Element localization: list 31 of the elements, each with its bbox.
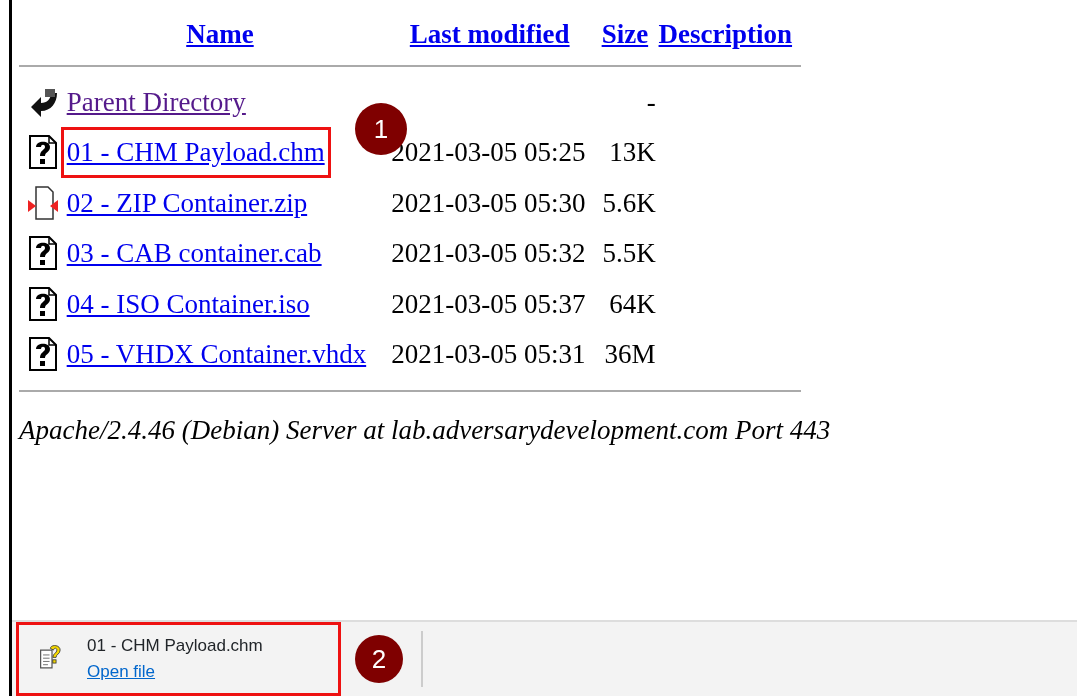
file-size: 64K — [609, 288, 656, 319]
modified-date: 2021-03-05 05:32 — [391, 238, 586, 268]
open-file-link[interactable]: Open file — [87, 659, 156, 686]
download-item[interactable]: 01 - CHM Payload.chm Open file — [16, 622, 341, 696]
file-size: 13K — [609, 137, 656, 167]
file-link[interactable]: 05 - VHDX Container.vhdx — [66, 339, 367, 369]
column-header-link[interactable]: Size — [601, 19, 649, 49]
modified-date: 2021-03-05 05:37 — [391, 288, 586, 319]
file-size: - — [646, 86, 656, 117]
column-header-link[interactable]: Description — [658, 19, 793, 49]
modified-date: 2021-03-05 05:30 — [391, 187, 586, 218]
file-link[interactable]: Parent Directory — [66, 86, 246, 117]
server-signature: Apache/2.4.46 (Debian) Server at lab.adversarydevelopment.com Port 443 — [19, 413, 832, 447]
modified-date: 2021-03-05 05:25 — [391, 137, 586, 167]
compressed-file-icon — [27, 185, 59, 220]
file-link[interactable]: 04 - ISO Container.iso — [66, 288, 310, 319]
question-file-icon — [27, 286, 59, 321]
modified-date: 2021-03-05 05:31 — [391, 339, 586, 369]
file-size: 5.6K — [602, 187, 656, 218]
file-size: 5.5K — [602, 238, 656, 268]
question-file-icon — [27, 135, 59, 170]
file-link[interactable]: 02 - ZIP Container.zip — [66, 187, 308, 218]
callout-badge: 2 — [355, 635, 403, 683]
column-header-link[interactable]: Name — [186, 19, 254, 49]
file-link[interactable]: 03 - CAB container.cab — [66, 238, 322, 268]
file-link[interactable]: 01 - CHM Payload.chm — [66, 137, 325, 167]
file-size: 36M — [604, 339, 656, 369]
download-filename: 01 - CHM Payload.chm — [87, 634, 263, 657]
column-header-link[interactable]: Last modified — [409, 19, 570, 49]
question-file-icon — [27, 236, 59, 271]
question-file-icon — [27, 337, 59, 372]
